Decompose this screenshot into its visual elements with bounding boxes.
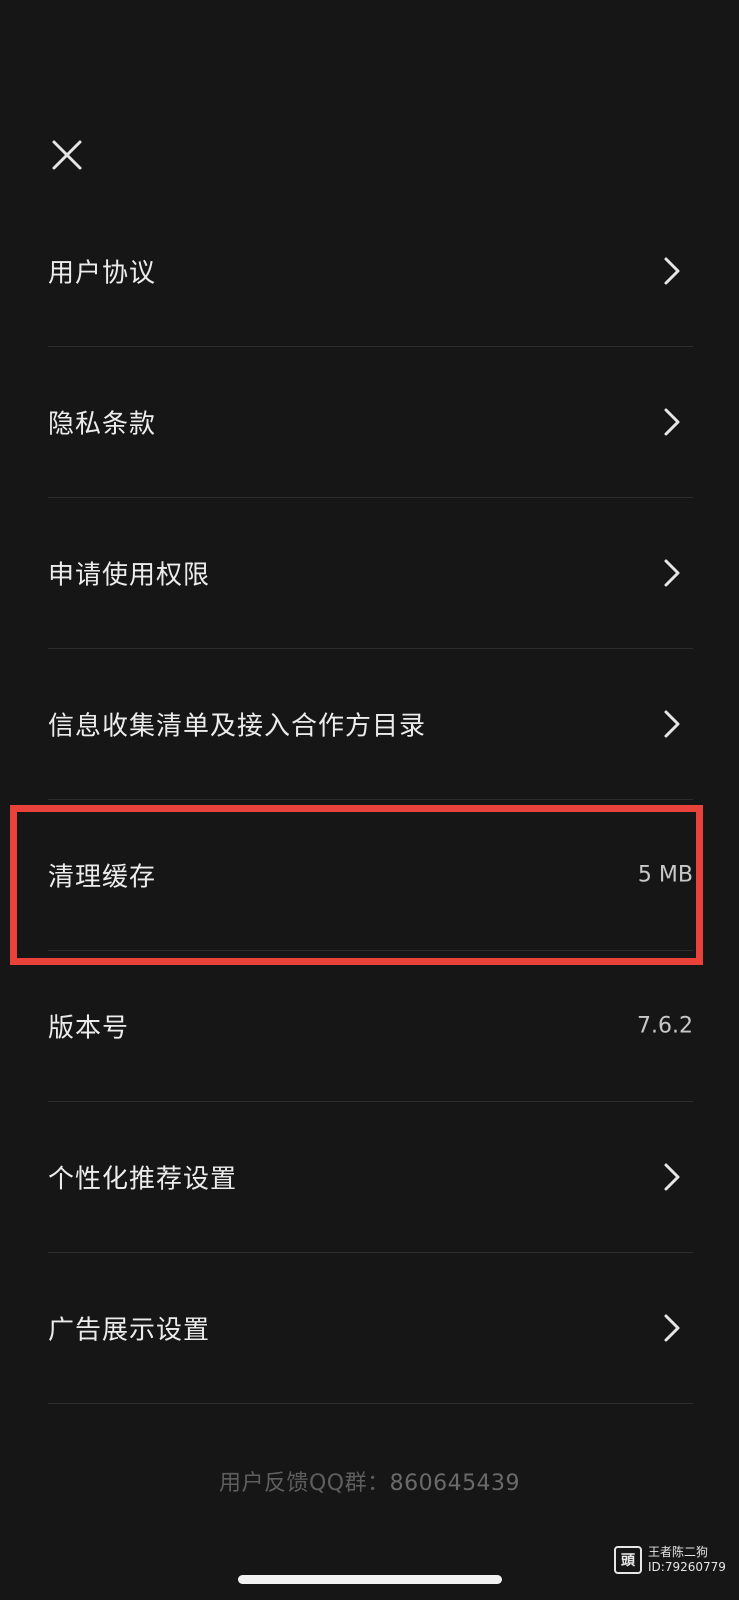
watermark-logo-icon: 頭 bbox=[614, 1546, 642, 1574]
chevron-right-icon bbox=[663, 1313, 681, 1343]
menu-item-label: 隐私条款 bbox=[48, 409, 157, 440]
menu-item-label: 清理缓存 bbox=[48, 862, 157, 893]
menu-item-label: 用户协议 bbox=[48, 258, 157, 289]
cache-size-value: 5 MB bbox=[637, 862, 693, 888]
feedback-qq-group: 用户反馈QQ群：860645439 bbox=[0, 1465, 739, 1497]
menu-item-ad-settings[interactable]: 广告展示设置 bbox=[48, 1253, 693, 1404]
version-value: 7.6.2 bbox=[637, 1013, 693, 1039]
menu-item-label: 版本号 bbox=[48, 1013, 130, 1044]
close-button[interactable] bbox=[50, 138, 84, 172]
settings-menu: 用户协议 隐私条款 申请使用权限 信息收集清单及接入合作方目录 清理缓存 5 M… bbox=[48, 196, 693, 1404]
menu-item-label: 个性化推荐设置 bbox=[48, 1164, 238, 1195]
menu-item-permissions[interactable]: 申请使用权限 bbox=[48, 498, 693, 649]
home-indicator[interactable] bbox=[238, 1575, 502, 1584]
menu-item-version: 版本号 7.6.2 bbox=[48, 951, 693, 1102]
feedback-qq-number[interactable]: 860645439 bbox=[390, 1471, 520, 1496]
chevron-right-icon bbox=[663, 558, 681, 588]
menu-item-personalized-recommendation[interactable]: 个性化推荐设置 bbox=[48, 1102, 693, 1253]
watermark: 頭 王者陈二狗 ID:79260779 bbox=[614, 1535, 726, 1585]
feedback-label: 用户反馈QQ群： bbox=[218, 1471, 390, 1496]
menu-item-label: 广告展示设置 bbox=[48, 1315, 211, 1346]
menu-item-label: 信息收集清单及接入合作方目录 bbox=[48, 711, 427, 742]
chevron-right-icon bbox=[663, 1162, 681, 1192]
menu-item-user-agreement[interactable]: 用户协议 bbox=[48, 196, 693, 347]
chevron-right-icon bbox=[663, 407, 681, 437]
chevron-right-icon bbox=[663, 709, 681, 739]
menu-item-privacy-terms[interactable]: 隐私条款 bbox=[48, 347, 693, 498]
watermark-name: 王者陈二狗 bbox=[648, 1545, 709, 1559]
close-icon bbox=[52, 140, 82, 170]
menu-item-label: 申请使用权限 bbox=[48, 560, 211, 591]
menu-item-info-collection[interactable]: 信息收集清单及接入合作方目录 bbox=[48, 649, 693, 800]
chevron-right-icon bbox=[663, 256, 681, 286]
menu-item-clear-cache[interactable]: 清理缓存 5 MB bbox=[48, 800, 693, 951]
watermark-id: ID:79260779 bbox=[648, 1560, 726, 1574]
